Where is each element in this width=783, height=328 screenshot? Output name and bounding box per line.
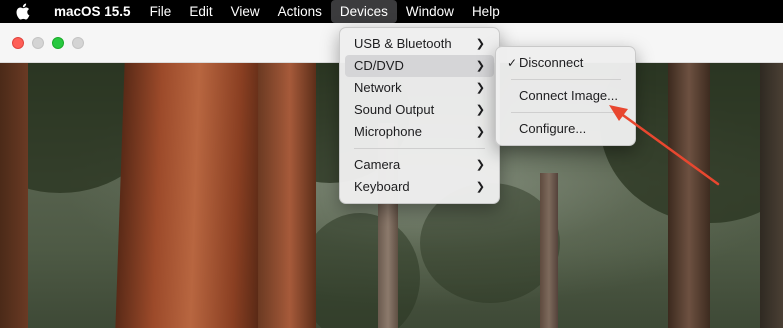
annotation-arrow-icon xyxy=(609,105,720,186)
